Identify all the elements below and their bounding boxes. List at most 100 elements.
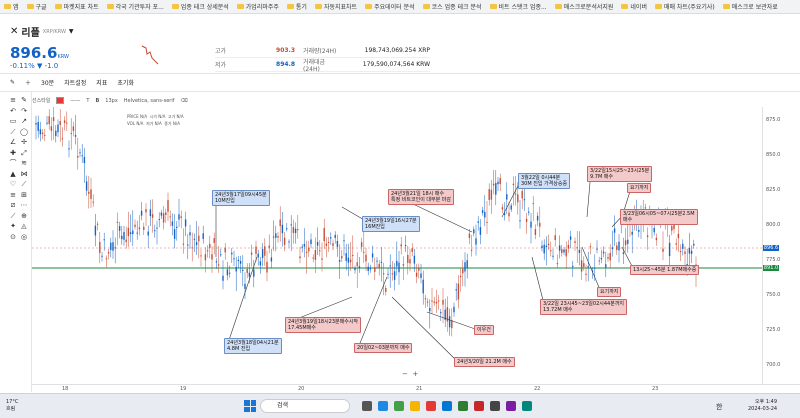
wave-tool-icon[interactable]: ≋ xyxy=(19,159,29,167)
taskbar-search[interactable]: 검색 xyxy=(260,399,350,413)
chevron-down-icon[interactable]: ▼ xyxy=(69,28,74,35)
rectangle-tool-icon[interactable]: ▭ xyxy=(8,117,18,125)
grid-tool-icon[interactable]: ⊞ xyxy=(19,191,29,199)
star-tool-icon[interactable]: ✦ xyxy=(8,222,18,230)
chart-annotation[interactable]: 3/23일06시05~07시25분2.5M 매수 xyxy=(620,209,698,225)
chart-annotation[interactable]: 13시25~45분 1.87M매수중 xyxy=(630,265,700,275)
chart-annotation[interactable]: 20일02~03분까지 매수 xyxy=(354,343,413,353)
chart-annotation[interactable]: 요기까지 xyxy=(597,287,622,297)
triangle-tool-icon[interactable]: ▲ xyxy=(8,170,18,178)
candle-body xyxy=(567,244,570,249)
powerpoint-icon[interactable] xyxy=(474,401,484,411)
pencil-tool-icon[interactable]: ✎ xyxy=(19,96,29,104)
lines-tool-icon[interactable]: ≡ xyxy=(8,191,18,199)
target-tool-icon[interactable]: ⊙ xyxy=(8,233,18,241)
candle-body xyxy=(418,268,420,271)
task-view-icon[interactable] xyxy=(362,401,372,411)
chart-annotation[interactable]: 3/22일15시25~23시25분 9.7M 매수 xyxy=(587,166,653,182)
line-style-select[interactable]: —— xyxy=(70,98,80,104)
edge-icon[interactable] xyxy=(378,401,388,411)
trendline-tool-icon[interactable]: ⟋ xyxy=(8,128,18,136)
terminal-icon[interactable] xyxy=(490,401,500,411)
time-axis[interactable]: 18 19 20 21 22 23 xyxy=(32,384,800,393)
zoom-in-icon[interactable]: + xyxy=(412,370,418,378)
plus-icon[interactable]: ＋ xyxy=(25,78,31,87)
plus-circle-tool-icon[interactable]: ⊕ xyxy=(19,212,29,220)
candle-body xyxy=(512,183,515,186)
bookmark-item[interactable]: 자동지표차트 xyxy=(314,2,357,11)
chart-annotation[interactable]: 이우건 xyxy=(474,325,494,335)
bowtie-tool-icon[interactable]: ⋈ xyxy=(19,170,29,178)
line-tool-icon[interactable]: ⟋ xyxy=(8,212,18,220)
delete-icon[interactable]: ⌫ xyxy=(181,98,188,104)
line-color-swatch[interactable] xyxy=(56,97,65,104)
app-2-icon[interactable] xyxy=(522,401,532,411)
excel-icon[interactable] xyxy=(458,401,468,411)
heart-tool-icon[interactable]: ♡ xyxy=(8,180,18,188)
ray-tool-icon[interactable]: ⟋ xyxy=(19,180,29,188)
text-tool-icon[interactable]: T xyxy=(86,98,89,104)
chart-annotation[interactable]: 24년3월17일09시45분 10M진입 xyxy=(212,190,270,206)
candle-body xyxy=(345,253,347,261)
zoom-out-icon[interactable]: − xyxy=(402,370,408,378)
system-clock[interactable]: 오후 1:49 2024-03-24 xyxy=(748,399,777,413)
redo-tool-icon[interactable]: ↷ xyxy=(19,107,29,115)
bold-icon[interactable]: B xyxy=(95,98,99,104)
candle-body xyxy=(213,238,215,244)
explorer-icon[interactable] xyxy=(410,401,420,411)
arc-tool-icon[interactable]: ⌒ xyxy=(8,159,18,167)
bookmark-item[interactable]: 비트 스탯크 업종... xyxy=(489,2,547,11)
coin-selector[interactable]: ✕ 리플 XRP/KRW ▼ xyxy=(10,24,74,39)
app-icon[interactable] xyxy=(506,401,516,411)
dots-tool-icon[interactable]: ⋯ xyxy=(19,201,29,209)
chart-annotation[interactable]: 3월22일 0시44분 30M 진입 가격상승중 xyxy=(518,173,571,189)
price-chart[interactable]: PRICE N/A 시가 N/A 고가 N/A VOL N/A 저가 N/A 종… xyxy=(32,104,762,384)
circle-tool-icon[interactable]: ◯ xyxy=(19,128,29,136)
chart-annotation[interactable]: 24년3월18일04시21분 4.8M 진입 xyxy=(224,338,282,354)
bookmark-item[interactable]: 주요데이터 분석 xyxy=(365,2,415,11)
bookmark-item[interactable]: 매스크로 보관자료 xyxy=(722,2,778,11)
bookmark-item[interactable]: 업종 테크 상세분석 xyxy=(171,2,229,11)
ring-tool-icon[interactable]: ◎ xyxy=(19,233,29,241)
bookmark-item[interactable]: 각국 기관투자 포... xyxy=(106,2,164,11)
arrow-tool-icon[interactable]: ↗ xyxy=(19,117,29,125)
chart-settings-button[interactable]: 차트설정 xyxy=(64,78,86,87)
bookmark-item[interactable]: 매매 차트(주요기사) xyxy=(654,2,715,11)
font-family-select[interactable]: Helvetica, sans-serif xyxy=(124,98,175,104)
weather-widget[interactable]: 17°C 흐림 xyxy=(6,399,18,413)
language-indicator[interactable]: 한 xyxy=(716,402,722,412)
chart-annotation[interactable]: 24년3월21일 18시 매수 특정 비트코인이 대부분 마감 xyxy=(388,189,454,205)
bookmark-item[interactable]: 구글 xyxy=(26,2,47,11)
menu-tool-icon[interactable]: ≡ xyxy=(8,96,18,104)
bookmark-item[interactable]: 네이버 xyxy=(621,2,647,11)
pencil-icon[interactable]: ✎ xyxy=(10,79,15,86)
cross-tool-icon[interactable]: ✢ xyxy=(19,138,29,146)
crosshair-tool-icon[interactable]: ✚ xyxy=(8,149,18,157)
chrome-icon[interactable] xyxy=(426,401,436,411)
chart-annotation[interactable]: 24년3/20일 21.2M 매수 xyxy=(454,357,515,367)
font-size-select[interactable]: 13px xyxy=(105,98,118,104)
chart-annotation[interactable]: 24년3월19일16시27분 16M진입 xyxy=(362,216,420,232)
bookmark-item[interactable]: 코스 업종 테크 분석 xyxy=(422,2,482,11)
zoom-controls[interactable]: − + xyxy=(402,370,418,378)
chart-annotation[interactable]: 24년3월19일18시23분매수시작 17.45M매수 xyxy=(285,317,362,333)
interval-select[interactable]: 30분 xyxy=(41,78,54,87)
bookmark-item[interactable]: 마켓지표 차트 xyxy=(54,2,99,11)
store-icon[interactable] xyxy=(394,401,404,411)
chart-annotation[interactable]: 3/22일 23시45~23일02시44분까지 13.72M 매수 xyxy=(540,299,628,315)
chart-annotation[interactable]: 요기까지 xyxy=(627,183,652,193)
angle-tool-icon[interactable]: ∠ xyxy=(8,138,18,146)
candle-body xyxy=(431,300,433,302)
expand-tool-icon[interactable]: ⤢ xyxy=(19,149,29,157)
reset-button[interactable]: 초기화 xyxy=(117,78,134,87)
bookmark-item[interactable]: 앱 xyxy=(4,2,19,11)
channel-tool-icon[interactable]: ⧄ xyxy=(8,201,18,209)
indicators-button[interactable]: 지표 xyxy=(96,78,107,87)
undo-tool-icon[interactable]: ↶ xyxy=(8,107,18,115)
outlook-icon[interactable] xyxy=(442,401,452,411)
windows-start-icon[interactable] xyxy=(244,400,256,412)
bookmark-item[interactable]: 매스크로분석서지원 xyxy=(554,2,613,11)
pitchfork-tool-icon[interactable]: ◬ xyxy=(19,222,29,230)
bookmark-item[interactable]: 가업리마주주 xyxy=(236,2,279,11)
bookmark-item[interactable]: 통기 xyxy=(286,2,307,11)
